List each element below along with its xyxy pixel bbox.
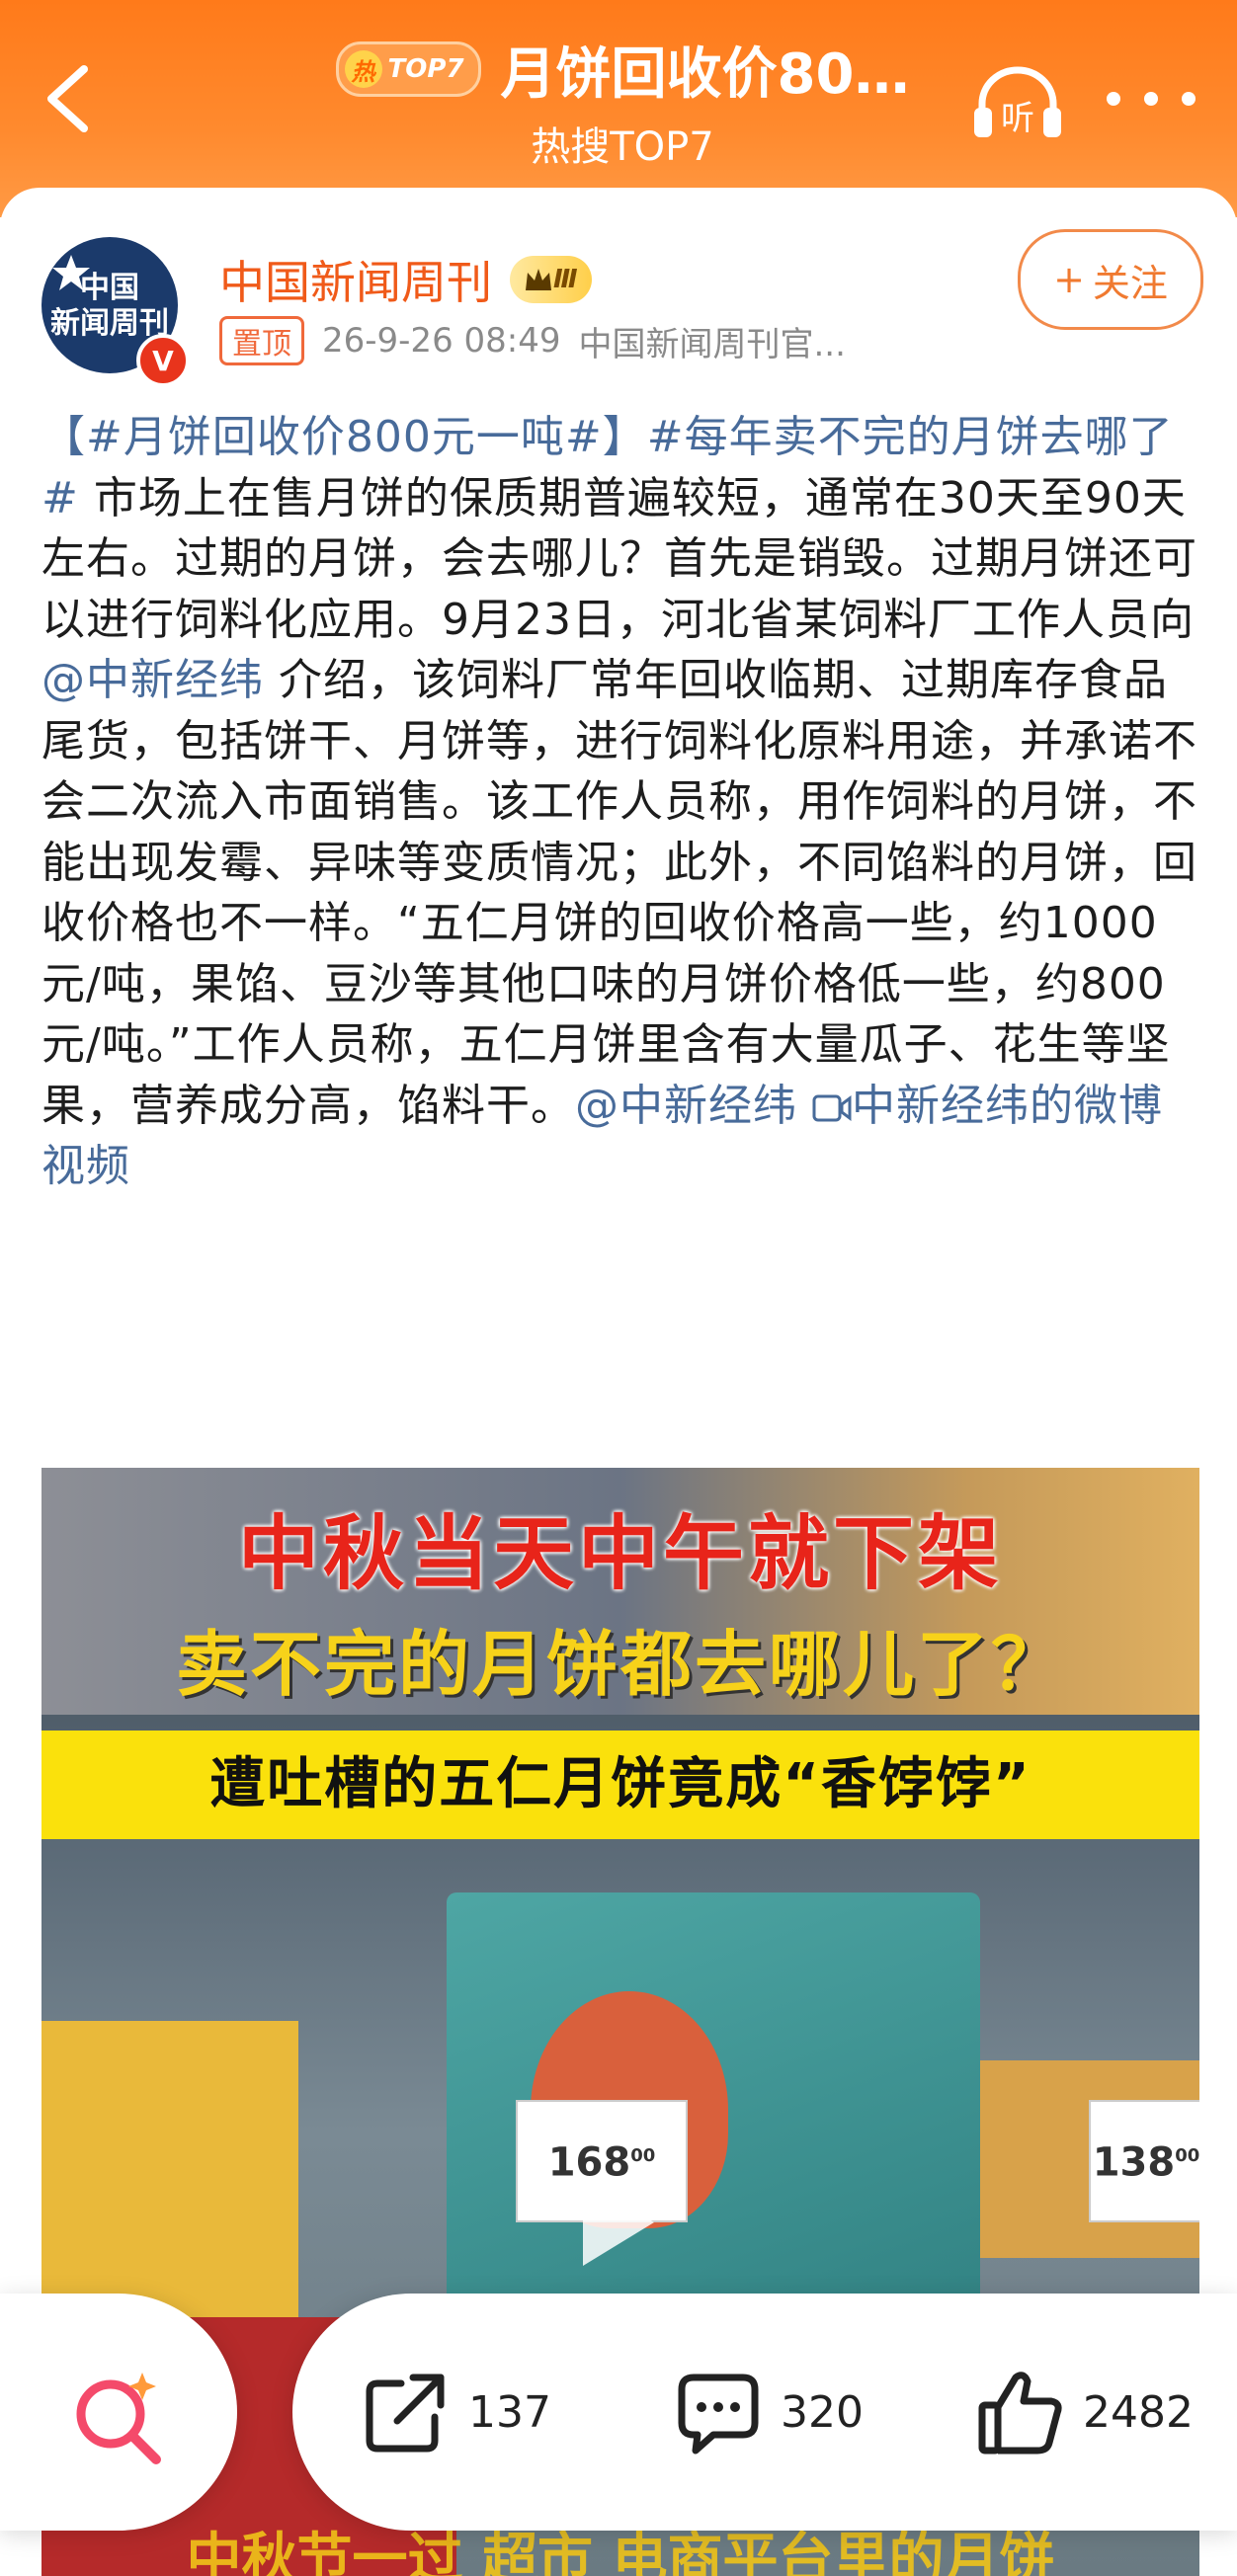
post-card: 中国 新闻周刊 V 中国新闻周刊 Ⅲ 置顶 26-9-26 08:49 中国新闻… [0, 188, 1237, 2576]
video-icon [812, 1094, 852, 1121]
action-bar: 137 320 2482 [292, 2294, 1237, 2531]
search-icon [76, 2373, 161, 2464]
thumbs-up-icon [978, 2372, 1062, 2455]
header-title-group: 热 TOP7 月饼回收价80… 热搜TOP7 [335, 30, 910, 188]
hot-icon: 热 [344, 50, 382, 88]
post-timestamp: 26-9-26 08:49 [322, 321, 561, 361]
page-title: 月饼回收价80… [500, 41, 910, 107]
repost-icon [366, 2374, 445, 2453]
like-count: 2482 [1083, 2386, 1194, 2438]
listen-headphones-icon[interactable]: 听 [968, 64, 1067, 143]
price-tag-cents: 00 [630, 2145, 656, 2166]
post-source: 中国新闻周刊官... [578, 324, 846, 364]
more-options-icon[interactable] [1107, 79, 1196, 119]
repost-button[interactable]: 137 [362, 2363, 551, 2461]
video-caption-3: 遭吐槽的五仁月饼竟成“香饽饽” [41, 1731, 1199, 1839]
pinned-badge: 置顶 [219, 316, 304, 365]
hot-rank-label: TOP7 [387, 54, 464, 84]
price-tag-value: 138 [1092, 2139, 1176, 2186]
search-button[interactable] [0, 2294, 237, 2531]
member-level-label: Ⅲ [553, 265, 578, 294]
video-caption-2: 卖不完的月饼都去哪儿了？ [175, 1623, 1065, 1706]
avatar-text-line1: 中国 [80, 271, 139, 305]
price-tag-cents: 00 [1175, 2145, 1199, 2166]
back-arrow-icon[interactable] [40, 59, 99, 138]
mooncake-shelf [41, 2021, 298, 2317]
post-body: 【#月饼回收价800元一吨#】#每年卖不完的月饼去哪了# 市场上在售月饼的保质期… [41, 407, 1199, 1197]
hashtag-link[interactable]: 【#月饼回收价800元一吨#】 [41, 412, 647, 462]
post-meta: 置顶 26-9-26 08:49 中国新闻周刊官... [219, 316, 846, 365]
price-tag: 13800 [1089, 2100, 1199, 2222]
mention-link[interactable]: @中新经纬 [41, 655, 264, 705]
video-caption-1: 中秋当天中午就下架 [237, 1507, 1003, 1601]
post-text: 市场上在售月饼的保质期普遍较短，通常在30天至90天左右。过期的月饼，会去哪儿？… [41, 472, 1197, 645]
verified-icon: V [136, 334, 190, 387]
repost-count: 137 [468, 2386, 551, 2438]
comment-icon [678, 2374, 759, 2455]
play-icon[interactable] [583, 2179, 654, 2266]
crown-icon [526, 269, 551, 290]
header-bar: 热 TOP7 月饼回收价80… 热搜TOP7 听 [0, 0, 1237, 217]
like-button[interactable]: 2482 [976, 2363, 1194, 2461]
follow-label: 关注 [1092, 261, 1168, 305]
author-name[interactable]: 中国新闻周刊 [219, 247, 492, 312]
comment-button[interactable]: 320 [674, 2363, 864, 2461]
plus-icon: + [1053, 258, 1085, 301]
member-level-badge[interactable]: Ⅲ [510, 256, 592, 303]
post-text: 介绍，该饲料厂常年回收临期、过期库存食品尾货，包括饼干、月饼等，进行饲料化原料用… [41, 655, 1197, 1131]
hot-top-badge: 热 TOP7 [335, 41, 481, 97]
svg-text:听: 听 [1001, 99, 1034, 138]
comment-count: 320 [781, 2386, 864, 2438]
follow-button[interactable]: + 关注 [1018, 229, 1203, 330]
page-subtitle: 热搜TOP7 [531, 124, 714, 170]
mention-link[interactable]: @中新经纬 [575, 1081, 797, 1131]
